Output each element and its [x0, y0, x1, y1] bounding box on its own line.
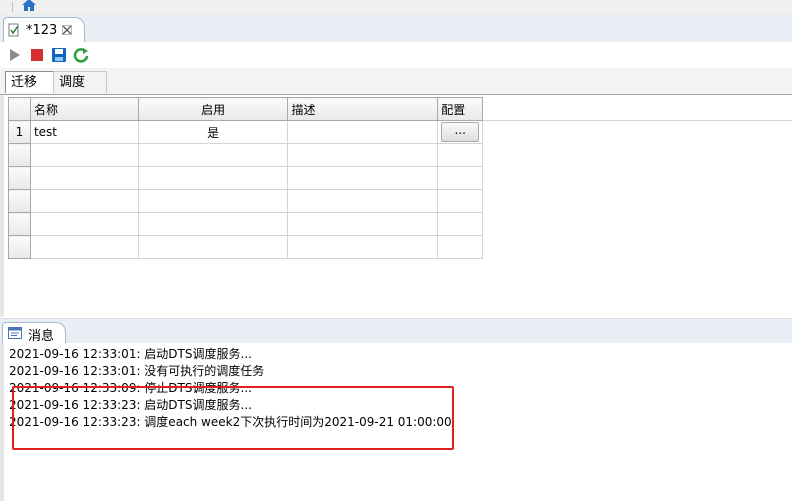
save-icon[interactable] [50, 46, 68, 64]
row-number[interactable] [8, 143, 31, 167]
highlight-annotation-box [12, 386, 454, 450]
tab-messages-label: 消息 [28, 329, 55, 344]
file-icon [8, 23, 19, 37]
top-bar [0, 0, 792, 14]
cell-name[interactable] [29, 235, 139, 259]
column-header-config[interactable]: 配置 [437, 97, 484, 121]
cell-description[interactable] [287, 212, 439, 236]
cell-config[interactable] [437, 166, 484, 190]
cell-description[interactable] [287, 235, 439, 259]
row-number[interactable] [8, 235, 31, 259]
home-icon[interactable] [20, 0, 38, 12]
editor-tab-title: *123 [26, 23, 58, 38]
cell-filler [483, 190, 792, 213]
cell-config[interactable] [437, 212, 484, 236]
cell-name[interactable] [29, 189, 139, 213]
task-grid: 名称 启用 描述 配置 1 test 是 ... [8, 97, 792, 259]
cell-description[interactable] [287, 143, 439, 167]
row-number[interactable] [8, 166, 31, 190]
subtabs: 迁移 调度 [0, 68, 792, 95]
grid-area: 名称 启用 描述 配置 1 test 是 ... [0, 95, 792, 317]
console-icon [8, 327, 22, 339]
column-header-enabled[interactable]: 启用 [137, 97, 289, 121]
stop-icon[interactable] [28, 46, 46, 64]
cell-enabled[interactable] [137, 189, 289, 213]
cell-config[interactable] [437, 189, 484, 213]
message-line: 2021-09-16 12:33:01: 启动DTS调度服务... [9, 347, 252, 361]
cell-config: ... [437, 120, 484, 144]
cell-name[interactable] [29, 212, 139, 236]
cell-enabled[interactable] [137, 166, 289, 190]
table-row[interactable] [8, 235, 792, 259]
cell-filler [483, 236, 792, 259]
cell-name[interactable] [29, 166, 139, 190]
cell-filler [483, 144, 792, 167]
cell-filler [483, 167, 792, 190]
refresh-icon[interactable] [72, 46, 90, 64]
cell-enabled[interactable]: 是 [137, 120, 289, 144]
cell-config[interactable] [437, 235, 484, 259]
cell-filler [483, 121, 792, 144]
cell-enabled[interactable] [137, 235, 289, 259]
toolbar-separator [12, 2, 13, 12]
tab-schedule[interactable]: 调度 [53, 71, 107, 93]
message-line: 2021-09-16 12:33:01: 没有可执行的调度任务 [9, 364, 265, 378]
cell-description[interactable] [287, 166, 439, 190]
column-header-description[interactable]: 描述 [287, 97, 439, 121]
cell-description[interactable] [287, 120, 439, 144]
editor-tab[interactable]: *123 [3, 17, 85, 43]
grid-header-row: 名称 启用 描述 配置 [8, 97, 792, 121]
table-row[interactable] [8, 212, 792, 236]
cell-name[interactable]: test [29, 120, 139, 144]
table-row[interactable] [8, 166, 792, 190]
config-button[interactable]: ... [441, 122, 480, 142]
run-icon[interactable] [6, 46, 24, 64]
table-row[interactable]: 1 test 是 ... [8, 120, 792, 144]
cell-enabled[interactable] [137, 212, 289, 236]
grid-corner [8, 97, 31, 121]
message-tabstrip: 消息 [0, 318, 792, 344]
cell-config[interactable] [437, 143, 484, 167]
cell-enabled[interactable] [137, 143, 289, 167]
tab-migrate[interactable]: 迁移 [5, 71, 59, 93]
cell-filler [483, 213, 792, 236]
row-number[interactable] [8, 189, 31, 213]
row-number[interactable]: 1 [8, 120, 31, 144]
toolbar [0, 42, 792, 68]
column-header-name[interactable]: 名称 [29, 97, 139, 121]
editor-tabstrip: *123 [0, 14, 792, 43]
row-number[interactable] [8, 212, 31, 236]
cell-description[interactable] [287, 189, 439, 213]
close-icon[interactable] [62, 25, 72, 35]
column-header-filler [482, 97, 792, 121]
cell-name[interactable] [29, 143, 139, 167]
tab-messages[interactable]: 消息 [2, 322, 66, 344]
table-row[interactable] [8, 143, 792, 167]
table-row[interactable] [8, 189, 792, 213]
